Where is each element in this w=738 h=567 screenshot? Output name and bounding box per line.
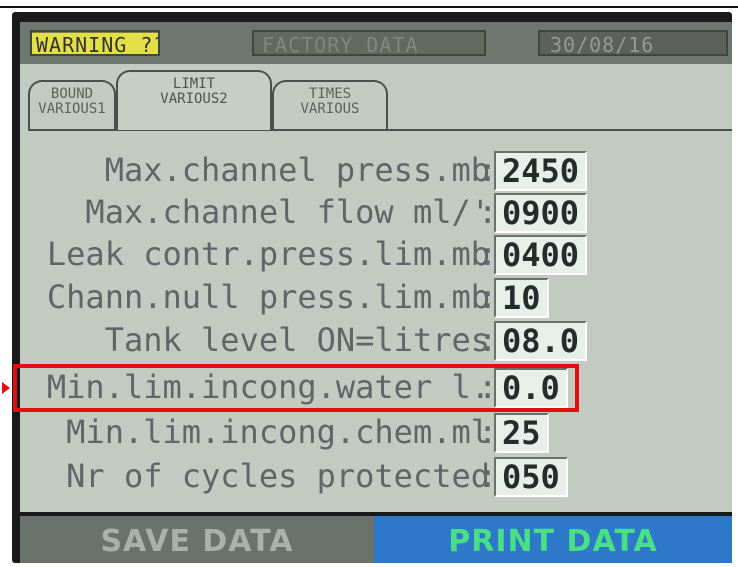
param-value-field[interactable]: 0900: [494, 193, 588, 233]
tab-label-line1: LIMIT: [172, 76, 216, 92]
top-border-line: [0, 6, 738, 8]
param-value-field[interactable]: 25: [494, 413, 549, 453]
tab-label-line1: TIMES: [308, 86, 352, 102]
param-label: Min.lim.incong.chem.ml: [66, 413, 490, 451]
param-row: Nr of cycles protected : 050: [20, 456, 732, 497]
factory-data-indicator: FACTORY DATA: [252, 30, 486, 56]
date-display: 30/08/16: [538, 30, 728, 56]
tab-limit-various2[interactable]: LIMIT VARIOUS2: [116, 70, 272, 130]
param-value-field[interactable]: 050: [494, 457, 568, 497]
param-label: Chann.null press.lim.mb: [46, 278, 490, 316]
param-value-field[interactable]: 0400: [494, 235, 588, 275]
hmi-screen: WARNING ?? FACTORY DATA 30/08/16 BOUND V…: [20, 22, 732, 563]
param-row: Max.channel press.mb : 2450: [20, 150, 732, 191]
param-row: Chann.null press.lim.mb : 10: [20, 277, 732, 318]
warning-indicator[interactable]: WARNING ??: [30, 30, 160, 56]
red-highlight-annotation: [13, 364, 579, 412]
red-arrow-tip: [2, 382, 10, 394]
param-value-field[interactable]: 10: [494, 278, 549, 318]
tab-label-line1: BOUND: [50, 86, 94, 102]
param-label: Max.channel flow ml/': [85, 193, 490, 231]
tab-times-various[interactable]: TIMES VARIOUS: [272, 80, 388, 130]
param-label: Nr of cycles protected: [66, 457, 490, 495]
param-value-field[interactable]: 08.0: [494, 321, 588, 361]
status-bar: WARNING ?? FACTORY DATA 30/08/16: [20, 22, 732, 64]
param-value-field[interactable]: 2450: [494, 151, 588, 191]
tab-label-line2: VARIOUS2: [160, 91, 228, 107]
param-row: Leak contr.press.lim.mb : 0400: [20, 234, 732, 275]
param-label: Leak contr.press.lim.mb: [46, 235, 490, 273]
print-data-button[interactable]: PRINT DATA: [374, 512, 732, 563]
param-row: Min.lim.incong.chem.ml : 25: [20, 412, 732, 453]
param-row: Tank level ON=litres : 08.0: [20, 320, 732, 361]
tab-label-line2: VARIOUS: [300, 101, 360, 117]
save-data-button[interactable]: SAVE DATA: [20, 512, 374, 563]
param-row: Max.channel flow ml/' : 0900: [20, 192, 732, 233]
param-label: Max.channel press.mb: [104, 151, 490, 189]
tab-bound-various1[interactable]: BOUND VARIOUS1: [28, 80, 116, 130]
warning-text: WARNING ??: [32, 33, 158, 54]
param-label: Tank level ON=litres: [104, 321, 490, 359]
tab-label-line2: VARIOUS1: [38, 101, 106, 117]
